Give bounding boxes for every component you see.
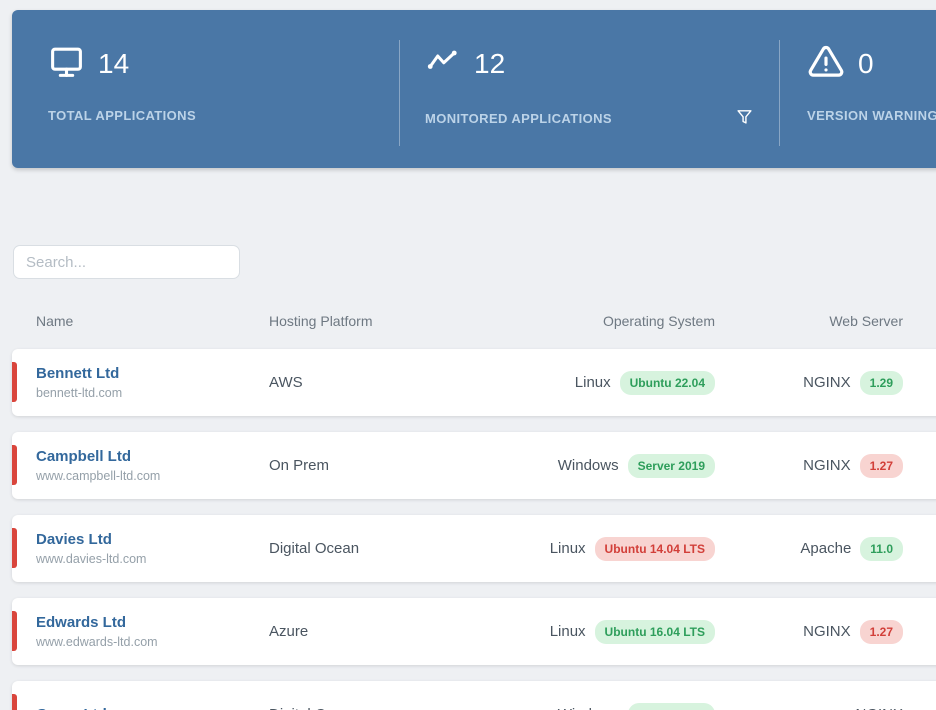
os-name: Windows [558,706,619,710]
web-server-name: NGINX [855,706,903,710]
column-header-name: Name [36,313,269,329]
version-warnings-value: 0 [858,48,874,80]
table-row[interactable]: Campbell Ltd www.campbell-ltd.com On Pre… [12,432,936,499]
server-version-badge: 1.27 [860,454,903,478]
monitored-applications-value: 12 [474,48,505,80]
web-server-name: Apache [800,540,851,557]
app-name-link[interactable]: Davies Ltd [36,531,269,548]
server-version-badge: 11.0 [860,537,903,561]
web-server-name: NGINX [803,374,851,391]
table-row[interactable]: Bennett Ltd bennett-ltd.com AWS Linux Ub… [12,349,936,416]
os-name: Linux [550,540,586,557]
column-header-hosting-platform: Hosting Platform [269,313,569,329]
column-header-web-server: Web Server [715,313,903,329]
app-name-link[interactable]: Bennett Ltd [36,365,269,382]
monitored-applications-label: MONITORED APPLICATIONS [425,111,612,126]
os-name: Linux [575,374,611,391]
search-input[interactable] [13,245,240,279]
activity-icon [425,44,461,85]
table-body: Bennett Ltd bennett-ltd.com AWS Linux Ub… [12,349,936,710]
version-warnings-label: VERSION WARNINGS [807,108,936,123]
server-version-badge: 1.27 [860,620,903,644]
warning-icon [807,43,845,86]
os-version-badge: Server 2019 [628,703,715,710]
app-name-link[interactable]: Edwards Ltd [36,614,269,631]
os-version-badge: Server 2019 [628,454,715,478]
table-row[interactable]: Green Ltd Digital Ocean Windows Server 2… [12,681,936,710]
web-server-name: NGINX [803,623,851,640]
os-version-badge: Ubuntu 16.04 LTS [595,620,715,644]
hosting-platform-value: AWS [269,374,569,391]
stat-monitored-applications: 12 MONITORED APPLICATIONS [400,10,779,168]
page: 14 TOTAL APPLICATIONS 12 MONITORED APPLI… [0,10,936,710]
os-name: Linux [550,623,586,640]
os-version-badge: Ubuntu 22.04 [620,371,715,395]
table-header: Name Hosting Platform Operating System W… [12,313,936,329]
app-domain: bennett-ltd.com [36,386,269,400]
filter-button[interactable] [736,108,753,128]
hosting-platform-value: Azure [269,623,569,640]
app-domain: www.davies-ltd.com [36,552,269,566]
server-version-badge: 1.29 [860,371,903,395]
stats-header-card: 14 TOTAL APPLICATIONS 12 MONITORED APPLI… [12,10,936,168]
monitor-icon [48,43,85,85]
os-name: Windows [558,457,619,474]
total-applications-label: TOTAL APPLICATIONS [48,108,196,123]
total-applications-value: 14 [98,48,129,80]
web-server-name: NGINX [803,457,851,474]
app-name-link[interactable]: Campbell Ltd [36,448,269,465]
filter-icon [736,108,753,128]
stat-version-warnings: 0 VERSION WARNINGS [780,10,936,168]
hosting-platform-value: On Prem [269,457,569,474]
app-name-link[interactable]: Green Ltd [36,706,269,710]
app-domain: www.edwards-ltd.com [36,635,269,649]
stat-total-applications: 14 TOTAL APPLICATIONS [12,10,399,168]
table-row[interactable]: Edwards Ltd www.edwards-ltd.com Azure Li… [12,598,936,665]
app-domain: www.campbell-ltd.com [36,469,269,483]
column-header-operating-system: Operating System [569,313,715,329]
table-row[interactable]: Davies Ltd www.davies-ltd.com Digital Oc… [12,515,936,582]
os-version-badge: Ubuntu 14.04 LTS [595,537,715,561]
hosting-platform-value: Digital Ocean [269,706,569,710]
hosting-platform-value: Digital Ocean [269,540,569,557]
